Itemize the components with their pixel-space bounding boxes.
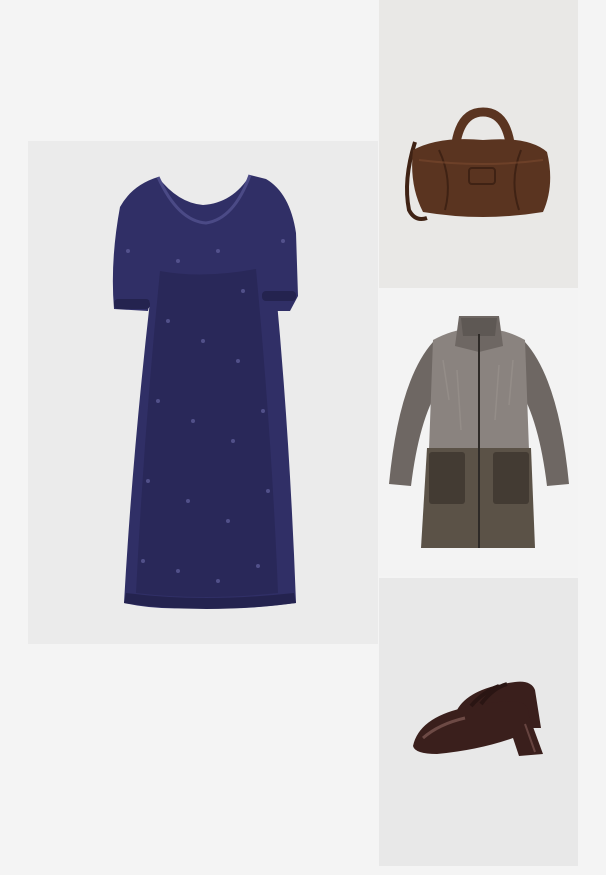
coat-product-image (379, 290, 578, 576)
coat-icon (389, 316, 569, 548)
bag-product-image (379, 0, 578, 288)
shoes-product-image (379, 578, 578, 866)
dress-icon (112, 174, 298, 609)
handbag-icon (405, 107, 551, 221)
shoe-icon (413, 681, 543, 756)
dress-product-image (28, 141, 378, 644)
